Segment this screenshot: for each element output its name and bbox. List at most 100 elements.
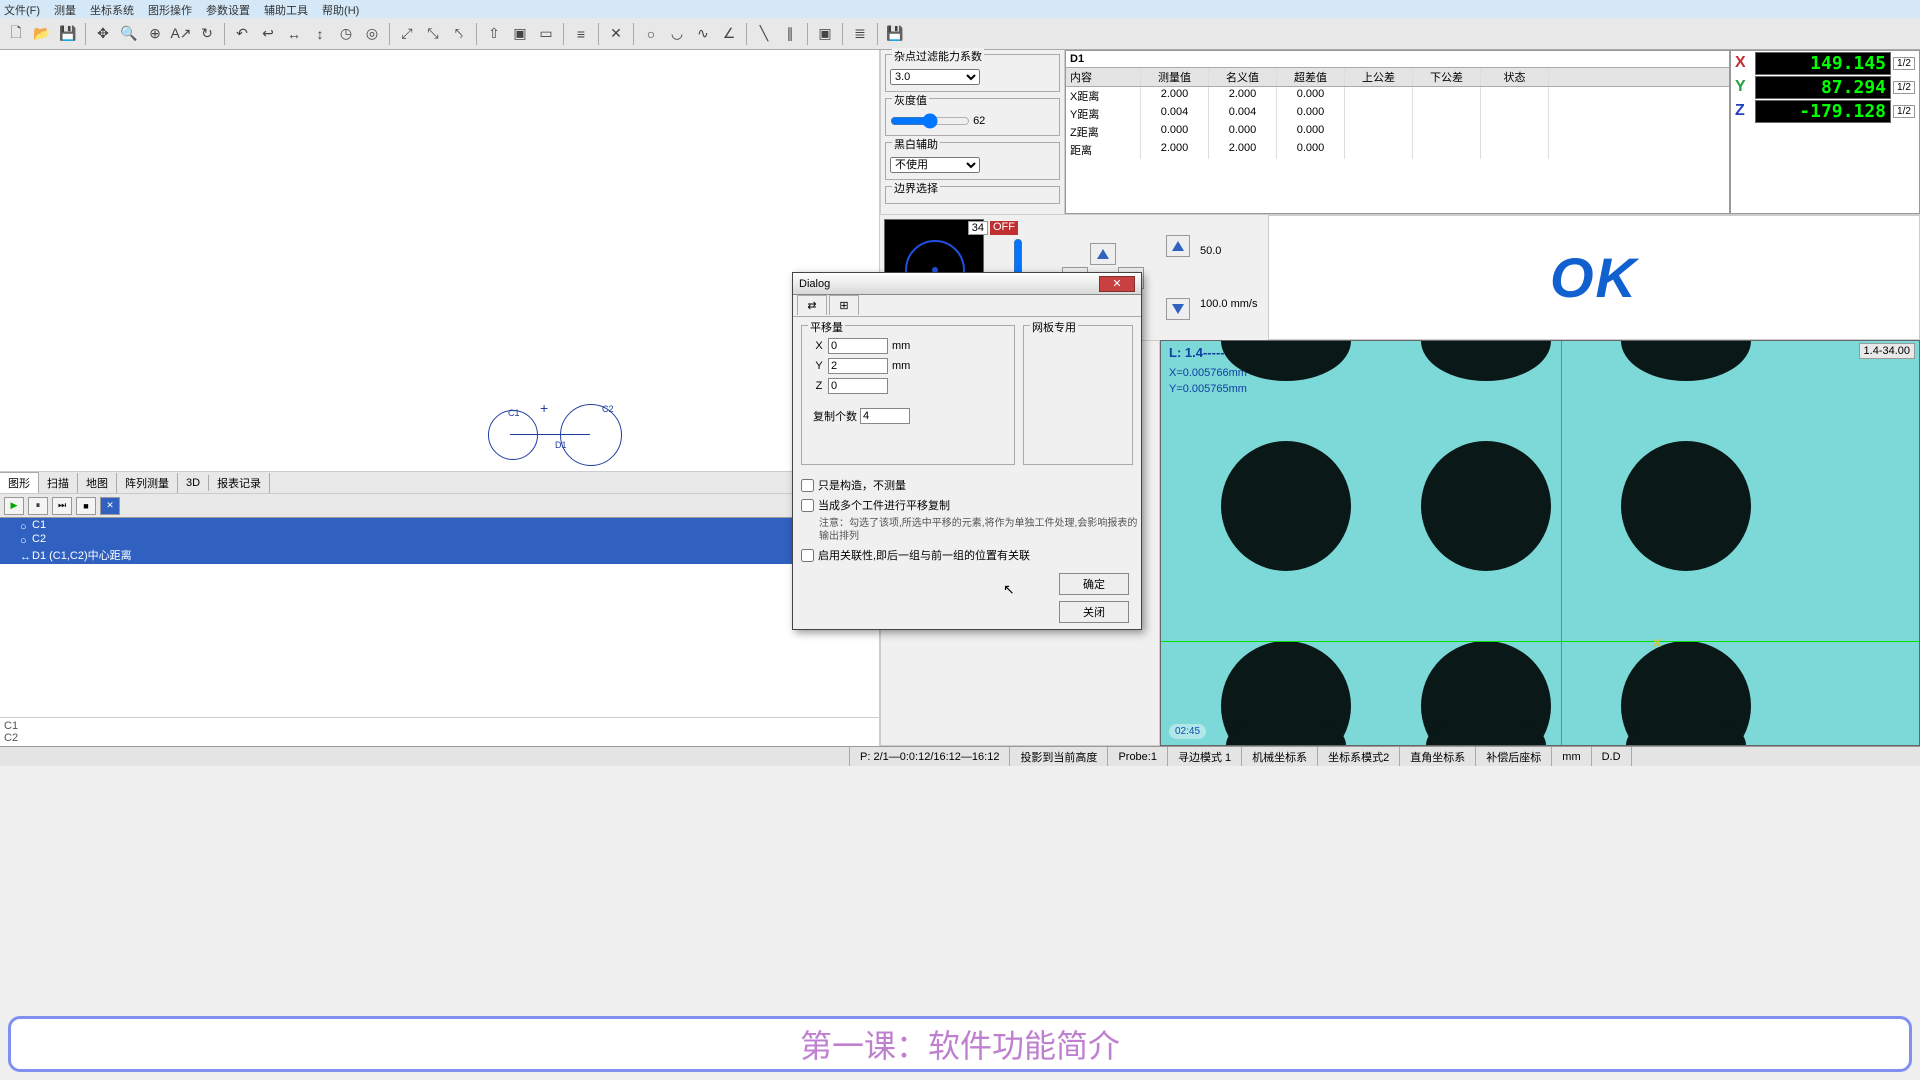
list-item[interactable]: ○C2	[0, 532, 879, 546]
chart2-icon[interactable]: ⤡	[421, 22, 445, 46]
tools-icon[interactable]: ✕	[604, 22, 628, 46]
refresh-icon[interactable]: ↻	[195, 22, 219, 46]
tab-report[interactable]: 报表记录	[209, 473, 270, 493]
diag-icon[interactable]: ╲	[752, 22, 776, 46]
tab-array[interactable]: 阵列测量	[117, 473, 178, 493]
menu-measure[interactable]: 测量	[54, 2, 76, 16]
menu-params[interactable]: 参数设置	[206, 2, 250, 16]
lines-icon[interactable]: ≣	[848, 22, 872, 46]
disk-icon[interactable]: 💾	[883, 22, 907, 46]
gray-value: 62	[973, 115, 985, 127]
rotate-icon[interactable]: ↶	[230, 22, 254, 46]
y-half-button[interactable]: 1/2	[1893, 81, 1915, 94]
tab-graphics[interactable]: 图形	[0, 472, 39, 493]
menu-graphics[interactable]: 图形操作	[148, 2, 192, 16]
chk-relation[interactable]	[801, 549, 814, 562]
offset-x-input[interactable]	[828, 338, 888, 354]
bw-assist-select[interactable]: 不使用	[890, 157, 980, 173]
angle-icon[interactable]: ∠	[717, 22, 741, 46]
label-c2: C2	[602, 404, 614, 414]
pause-button[interactable]: ⏸	[28, 497, 48, 515]
tab-map[interactable]: 地图	[78, 473, 117, 493]
open-icon[interactable]: 📂	[30, 22, 54, 46]
arc-icon[interactable]: ◡	[665, 22, 689, 46]
filter-coeff-select[interactable]: 3.0	[890, 69, 980, 85]
fit-icon[interactable]: ⊕	[143, 22, 167, 46]
undo-icon[interactable]: ↩	[256, 22, 280, 46]
chart1-icon[interactable]: ⤢	[395, 22, 419, 46]
status-projection: 投影到当前高度	[1010, 747, 1108, 766]
stop-button[interactable]: ■	[76, 497, 96, 515]
distance-line	[510, 434, 590, 435]
menu-help[interactable]: 帮助(H)	[322, 2, 359, 16]
tab-3d[interactable]: 3D	[178, 475, 209, 491]
chart3-icon[interactable]: ⤣	[447, 22, 471, 46]
translate-dialog: Dialog ✕ ⇄ ⊞ 平移量 Xmm Ymm Z 复制个数 网板专用 只是构…	[792, 272, 1142, 630]
x-half-button[interactable]: 1/2	[1893, 57, 1915, 70]
parallel-icon[interactable]: ∥	[778, 22, 802, 46]
feature-list[interactable]: ○C1 ○C2 ↔D1 (C1,C2)中心距离	[0, 517, 879, 717]
dialog-tab-1[interactable]: ⇄	[797, 295, 827, 315]
move-icon[interactable]: ✥	[91, 22, 115, 46]
wave-icon[interactable]: ∿	[691, 22, 715, 46]
z-down[interactable]	[1166, 298, 1190, 320]
window-icon[interactable]: ▣	[508, 22, 532, 46]
close-x-button[interactable]: ✕	[100, 497, 120, 515]
menu-coord[interactable]: 坐标系统	[90, 2, 134, 16]
text-icon[interactable]: A↗	[169, 22, 193, 46]
nav-up[interactable]	[1090, 243, 1116, 265]
clock-icon[interactable]: ◷	[334, 22, 358, 46]
menu-tools[interactable]: 辅助工具	[264, 2, 308, 16]
chk-construct-only[interactable]	[801, 479, 814, 492]
result-table: D1 内容 测量值 名义值 超差值 上公差 下公差 状态 X距离2.0002.0…	[1065, 50, 1730, 214]
z-half-button[interactable]: 1/2	[1893, 105, 1915, 118]
menu-bar: 文件(F) 测量 坐标系统 图形操作 参数设置 辅助工具 帮助(H)	[0, 0, 1920, 18]
list-icon[interactable]: ≡	[569, 22, 593, 46]
gray-slider[interactable]	[890, 113, 970, 129]
lesson-banner: 第一课：软件功能简介	[8, 1016, 1912, 1072]
status-bar: P: 2/1—0:0:12/16:12—16:12 投影到当前高度 Probe:…	[0, 746, 1920, 766]
result-title: D1	[1066, 51, 1729, 68]
coord-panel: X149.1451/2 Y87.2941/2 Z-179.1281/2	[1730, 50, 1920, 214]
cursor-icon: ↖	[1003, 581, 1015, 598]
tab-scan[interactable]: 扫描	[39, 473, 78, 493]
play-button[interactable]: ▶	[4, 497, 24, 515]
zoom-icon[interactable]: 🔍	[117, 22, 141, 46]
hdist-icon[interactable]: ↔	[282, 22, 306, 46]
play-bar: ▶ ⏸ ⏭ ■ ✕	[0, 493, 879, 517]
menu-file[interactable]: 文件(F)	[4, 2, 40, 16]
camera-view[interactable]: L: 1.4------M:34.00 X=0.005766mm Y=0.005…	[1160, 340, 1920, 746]
status-sys3: 直角坐标系	[1400, 747, 1476, 766]
offset-z-input[interactable]	[828, 378, 888, 394]
dialog-title-text: Dialog	[799, 278, 830, 290]
copy-count-input[interactable]	[860, 408, 910, 424]
z-coord: -179.128	[1755, 100, 1891, 123]
rect-icon[interactable]: ▭	[534, 22, 558, 46]
dialog-titlebar[interactable]: Dialog ✕	[793, 273, 1141, 295]
vdist-icon[interactable]: ↕	[308, 22, 332, 46]
drawing-canvas[interactable]: + C1 C2 D1	[0, 50, 879, 471]
up-icon[interactable]: ⇧	[482, 22, 506, 46]
close-icon[interactable]: ✕	[1099, 276, 1135, 292]
save-icon[interactable]: 💾	[56, 22, 80, 46]
status-progress: P: 2/1—0:0:12/16:12—16:12	[850, 747, 1010, 766]
target-icon[interactable]: ◎	[360, 22, 384, 46]
circle-icon: ○	[20, 521, 28, 529]
badge-34: 34	[968, 221, 988, 235]
chk-multi-piece[interactable]	[801, 499, 814, 512]
status-probe: Probe:1	[1108, 747, 1168, 766]
cancel-button[interactable]: 关闭	[1059, 601, 1129, 623]
step-button[interactable]: ⏭	[52, 497, 72, 515]
offset-y-input[interactable]	[828, 358, 888, 374]
box-icon[interactable]: ▣	[813, 22, 837, 46]
z-up[interactable]	[1166, 235, 1190, 257]
dialog-tab-2[interactable]: ⊞	[829, 295, 859, 315]
list-item[interactable]: ○C1	[0, 518, 879, 532]
new-icon[interactable]: 🗋	[4, 22, 28, 46]
list-item[interactable]: ↔D1 (C1,C2)中心距离	[0, 546, 879, 564]
video-timestamp: 02:45	[1169, 724, 1206, 739]
circle-icon[interactable]: ○	[639, 22, 663, 46]
ok-button[interactable]: 确定	[1059, 573, 1129, 595]
crosshair-icon: +	[540, 400, 548, 416]
status-sys1: 机械坐标系	[1242, 747, 1318, 766]
